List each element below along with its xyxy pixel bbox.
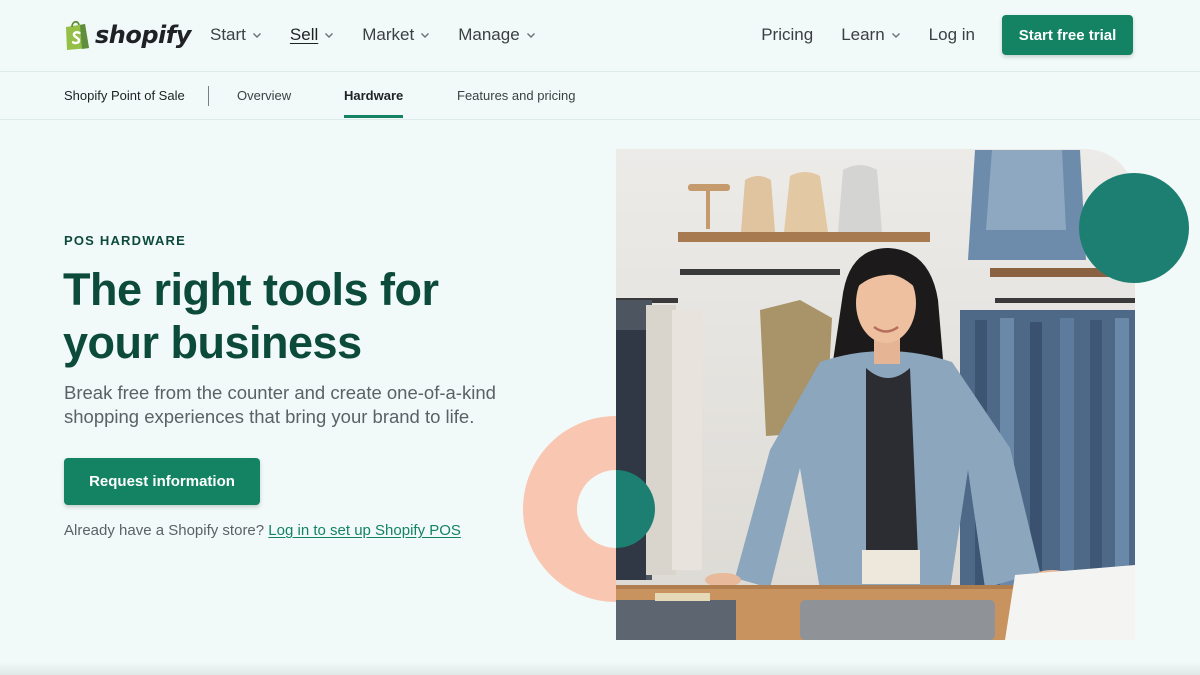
decorative-teal-circle — [1079, 173, 1189, 283]
decorative-peach-ring — [523, 416, 616, 602]
store-owner-photo — [616, 149, 1135, 640]
section-fade — [0, 662, 1200, 675]
hero-artwork — [523, 149, 1189, 640]
